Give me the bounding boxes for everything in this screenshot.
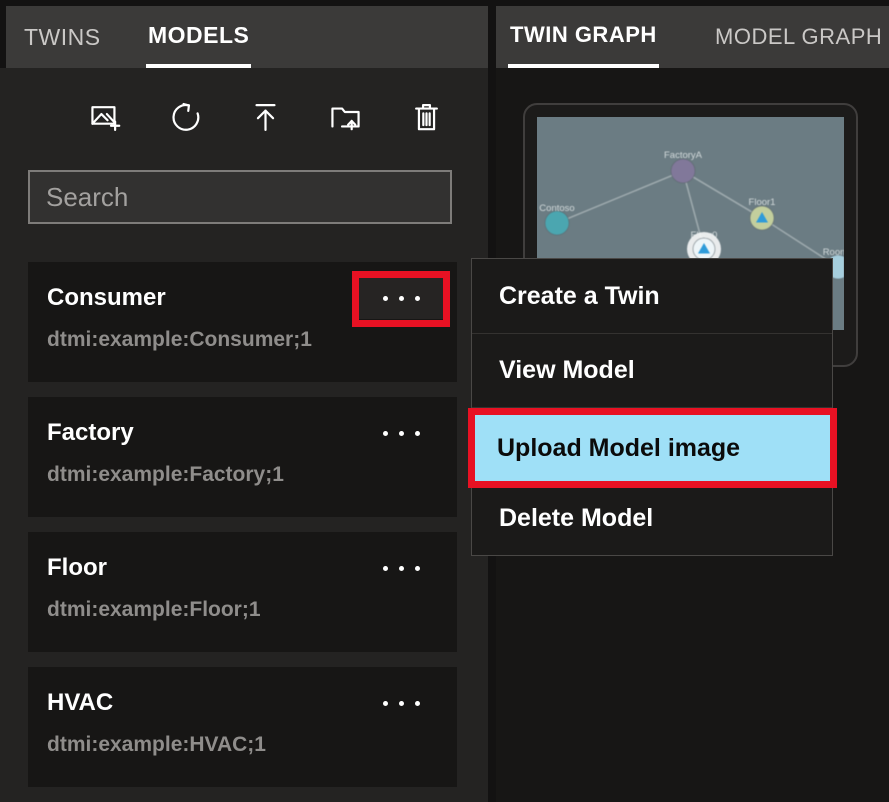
- svg-text:Floor1: Floor1: [749, 197, 776, 208]
- model-id: dtmi:example:Factory;1: [47, 463, 284, 486]
- model-search-input[interactable]: [28, 170, 452, 224]
- menu-item-delete-model[interactable]: Delete Model: [472, 481, 832, 555]
- model-name: Factory: [47, 419, 134, 446]
- model-card-hvac[interactable]: HVAC dtmi:example:HVAC;1: [28, 667, 457, 787]
- folder-upload-icon: [331, 106, 360, 130]
- ellipsis-icon: [382, 565, 388, 571]
- menu-item-view-model[interactable]: View Model: [472, 333, 832, 407]
- tab-model-graph[interactable]: MODEL GRAPH: [713, 6, 884, 68]
- upload-models-directory-button[interactable]: [324, 95, 368, 139]
- models-panel: Consumer dtmi:example:Consumer;1 Factory…: [0, 68, 488, 802]
- model-list: Consumer dtmi:example:Consumer;1 Factory…: [28, 262, 457, 787]
- model-id: dtmi:example:HVAC;1: [47, 733, 266, 756]
- svg-text:Room1: Room1: [823, 247, 844, 258]
- upload-arrow-icon: [255, 103, 276, 131]
- svg-text:FactoryA: FactoryA: [664, 150, 703, 161]
- ellipsis-icon: [382, 295, 388, 301]
- delete-all-models-button[interactable]: [404, 95, 448, 139]
- tab-twin-graph[interactable]: TWIN GRAPH: [508, 6, 659, 68]
- trash-icon: [414, 103, 438, 130]
- tab-models[interactable]: MODELS: [146, 6, 252, 68]
- model-name: HVAC: [47, 689, 114, 716]
- model-options-button[interactable]: [359, 547, 443, 589]
- refresh-icon: [172, 102, 200, 131]
- model-options-button[interactable]: [359, 412, 443, 454]
- upload-model-images-button[interactable]: [83, 95, 127, 139]
- tab-twins[interactable]: TWINS: [22, 6, 103, 68]
- menu-item-upload-model-image[interactable]: Upload Model image: [472, 407, 832, 481]
- models-toolbar: [83, 95, 448, 140]
- menu-item-create-a-twin[interactable]: Create a Twin: [472, 259, 832, 333]
- model-name: Consumer: [47, 284, 166, 311]
- right-panel-tabbar: TWIN GRAPH MODEL GRAPH: [496, 6, 889, 68]
- left-panel-tabbar: TWINS MODELS: [6, 6, 488, 68]
- model-context-menu: Create a Twin View Model Upload Model im…: [471, 258, 833, 556]
- model-card-factory[interactable]: Factory dtmi:example:Factory;1: [28, 397, 457, 517]
- model-options-button[interactable]: [359, 277, 443, 319]
- upload-model-image-icon: [90, 105, 120, 131]
- svg-text:Floor0: Floor0: [691, 230, 718, 241]
- svg-text:Contoso: Contoso: [539, 203, 574, 214]
- ellipsis-icon: [382, 430, 388, 436]
- refresh-models-button[interactable]: [163, 95, 207, 139]
- model-id: dtmi:example:Consumer;1: [47, 328, 312, 351]
- model-card-consumer[interactable]: Consumer dtmi:example:Consumer;1: [28, 262, 457, 382]
- ellipsis-icon: [382, 700, 388, 706]
- model-name: Floor: [47, 554, 107, 581]
- model-options-button[interactable]: [359, 682, 443, 724]
- model-id: dtmi:example:Floor;1: [47, 598, 261, 621]
- model-card-floor[interactable]: Floor dtmi:example:Floor;1: [28, 532, 457, 652]
- upload-model-button[interactable]: [244, 95, 288, 139]
